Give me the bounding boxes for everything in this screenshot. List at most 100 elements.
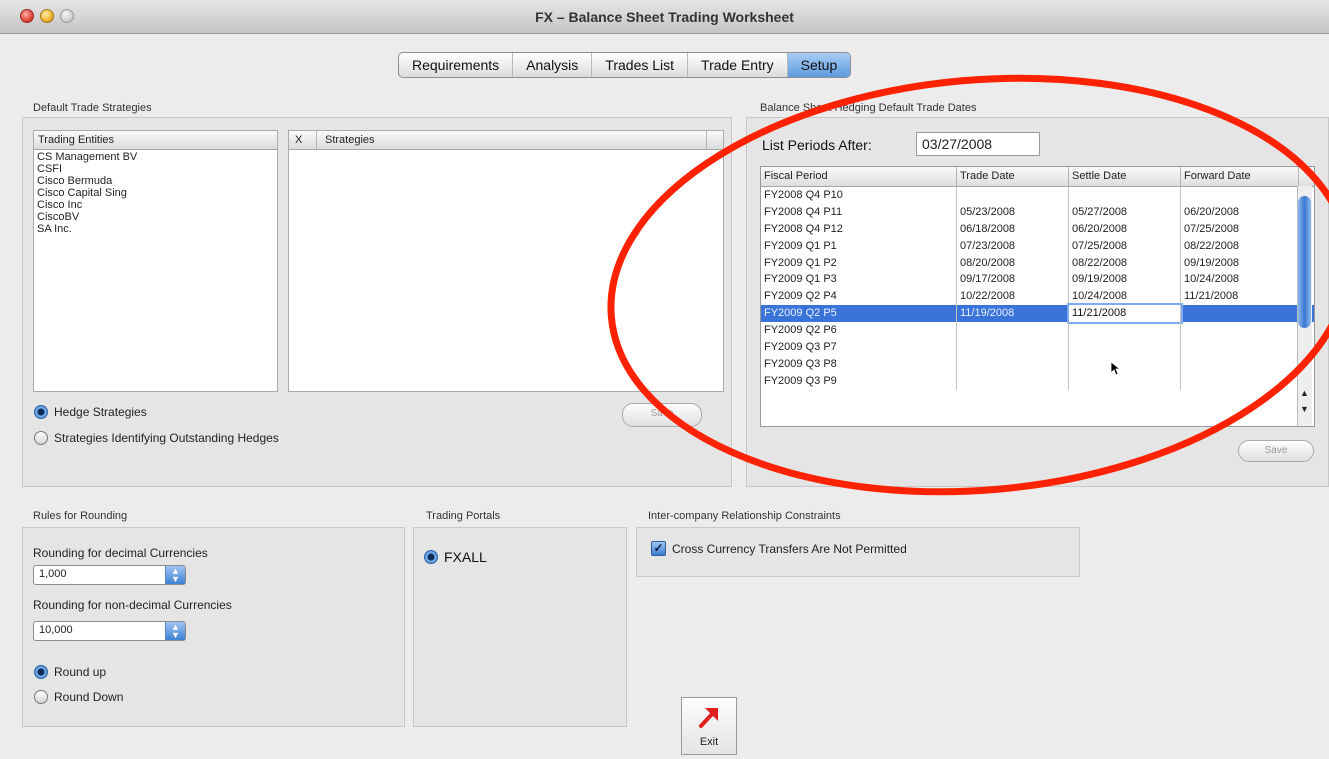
scroll-up-arrow-icon[interactable]: ▲ (1300, 388, 1309, 398)
table-row[interactable]: FY2009 Q3 P9 (761, 372, 1314, 390)
settle-date-cell[interactable]: 05/27/2008 (1069, 203, 1181, 221)
table-row[interactable]: FY2008 Q4 P10 (761, 187, 1314, 204)
trade-date-cell[interactable]: 08/20/2008 (957, 254, 1069, 272)
fiscal-period-cell[interactable]: FY2009 Q3 P9 (761, 372, 957, 390)
list-item[interactable]: CS Management BV (34, 151, 277, 163)
tab-requirements[interactable]: Requirements (399, 53, 514, 77)
settle-date-cell[interactable] (1069, 372, 1181, 390)
trade-date-cell[interactable] (957, 339, 1069, 356)
tab-setup[interactable]: Setup (787, 53, 851, 77)
table-row[interactable]: FY2009 Q1 P3 09/17/2008 09/19/2008 10/24/20… (761, 271, 1314, 289)
trading-entities-list[interactable]: Trading Entities CS Management BV CSFI C… (33, 130, 278, 392)
fiscal-period-header[interactable]: Fiscal Period (761, 167, 957, 186)
dates-save-button[interactable]: Save (1238, 440, 1314, 462)
settle-date-cell[interactable] (1069, 322, 1181, 340)
list-item[interactable]: CSFI (34, 163, 277, 175)
trade-date-cell[interactable]: 07/23/2008 (957, 237, 1069, 255)
table-row[interactable]: FY2008 Q4 P11 05/23/2008 05/27/2008 06/20/2… (761, 203, 1314, 221)
settle-date-cell[interactable] (1069, 339, 1181, 356)
list-periods-after-input[interactable]: 03/27/2008 (916, 132, 1040, 156)
settle-date-cell[interactable]: 09/19/2008 (1069, 271, 1181, 289)
settle-date-cell[interactable]: 06/20/2008 (1069, 220, 1181, 238)
forward-date-cell[interactable]: 11/21/2008 (1181, 288, 1299, 306)
trade-date-cell[interactable] (957, 355, 1069, 373)
forward-date-cell[interactable] (1181, 305, 1299, 323)
forward-date-cell[interactable]: 06/20/2008 (1181, 203, 1299, 221)
trade-date-cell[interactable]: 05/23/2008 (957, 203, 1069, 221)
round-down-radio[interactable] (34, 690, 48, 704)
x-column-header[interactable]: X (289, 131, 317, 149)
list-item[interactable]: Cisco Bermuda (34, 175, 277, 187)
settle-date-cell[interactable] (1069, 355, 1181, 373)
fiscal-period-cell[interactable]: FY2009 Q2 P5 (761, 305, 957, 323)
trade-date-cell[interactable]: 06/18/2008 (957, 220, 1069, 238)
cross-currency-checkbox[interactable]: ✓ (651, 541, 666, 556)
window-title: FX – Balance Sheet Trading Worksheet (535, 9, 794, 25)
fiscal-period-cell[interactable]: FY2008 Q4 P10 (761, 187, 957, 204)
settle-date-edit-field[interactable]: 11/21/2008 (1067, 303, 1183, 325)
table-row[interactable]: FY2009 Q2 P6 (761, 322, 1314, 340)
forward-date-cell[interactable]: 09/19/2008 (1181, 254, 1299, 272)
settle-date-cell[interactable] (1069, 187, 1181, 204)
list-item[interactable]: CiscoBV (34, 211, 277, 223)
table-row[interactable]: FY2009 Q3 P8 (761, 355, 1314, 373)
tab-analysis[interactable]: Analysis (513, 53, 593, 77)
nondecimal-rounding-select[interactable]: 10,000 ▲ ▼ (33, 621, 186, 641)
trade-date-cell[interactable]: 11/19/2008 (957, 305, 1069, 323)
fiscal-period-cell[interactable]: FY2009 Q1 P3 (761, 271, 957, 289)
exit-button[interactable]: Exit (681, 697, 737, 755)
list-item[interactable]: Cisco Inc (34, 199, 277, 211)
trade-date-header[interactable]: Trade Date (957, 167, 1069, 186)
forward-date-cell[interactable]: 08/22/2008 (1181, 237, 1299, 255)
fiscal-period-cell[interactable]: FY2009 Q1 P1 (761, 237, 957, 255)
table-row[interactable]: FY2009 Q2 P4 10/22/2008 10/24/2008 11/21/20… (761, 288, 1314, 306)
fiscal-period-cell[interactable]: FY2008 Q4 P11 (761, 203, 957, 221)
list-item[interactable]: Cisco Capital Sing (34, 187, 277, 199)
fxall-radio[interactable] (424, 550, 438, 564)
hedge-strategies-radio[interactable] (34, 405, 48, 419)
strategies-save-button[interactable]: Save (622, 403, 702, 427)
table-row[interactable]: FY2009 Q1 P2 08/20/2008 08/22/2008 09/19/20… (761, 254, 1314, 272)
fiscal-period-cell[interactable]: FY2008 Q4 P12 (761, 220, 957, 238)
trade-date-cell[interactable] (957, 187, 1069, 204)
table-row[interactable]: FY2009 Q1 P1 07/23/2008 07/25/2008 08/22/20… (761, 237, 1314, 255)
forward-date-header[interactable]: Forward Date (1181, 167, 1299, 186)
tab-trade-entry[interactable]: Trade Entry (688, 53, 788, 77)
settle-date-cell[interactable]: 10/24/2008 (1069, 288, 1181, 306)
fiscal-period-cell[interactable]: FY2009 Q1 P2 (761, 254, 957, 272)
trade-date-cell[interactable] (957, 372, 1069, 390)
forward-date-cell[interactable] (1181, 187, 1299, 204)
fiscal-period-cell[interactable]: FY2009 Q2 P4 (761, 288, 957, 306)
strategies-list[interactable]: X Strategies (288, 130, 724, 392)
forward-date-cell[interactable]: 07/25/2008 (1181, 220, 1299, 238)
trade-date-cell[interactable]: 10/22/2008 (957, 288, 1069, 306)
forward-date-cell[interactable] (1181, 322, 1299, 340)
fiscal-period-cell[interactable]: FY2009 Q3 P7 (761, 339, 957, 356)
settle-date-header[interactable]: Settle Date (1069, 167, 1181, 186)
hedging-dates-label: Balance Sheet Hedging Default Trade Date… (760, 102, 977, 114)
forward-date-cell[interactable] (1181, 372, 1299, 390)
constraints-label: Inter-company Relationship Constraints (648, 510, 841, 522)
round-up-radio[interactable] (34, 665, 48, 679)
trade-date-cell[interactable] (957, 322, 1069, 340)
list-item[interactable]: SA Inc. (34, 223, 277, 235)
table-row[interactable]: FY2008 Q4 P12 06/18/2008 06/20/2008 07/25/2… (761, 220, 1314, 238)
settle-date-cell[interactable]: 08/22/2008 (1069, 254, 1181, 272)
forward-date-cell[interactable] (1181, 339, 1299, 356)
settle-date-cell[interactable]: 07/25/2008 (1069, 237, 1181, 255)
fiscal-period-cell[interactable]: FY2009 Q3 P8 (761, 355, 957, 373)
strategies-column-header[interactable]: Strategies (317, 131, 707, 149)
table-scrollbar-thumb[interactable] (1298, 196, 1311, 328)
tab-trades-list[interactable]: Trades List (592, 53, 689, 77)
trade-date-cell[interactable]: 09/17/2008 (957, 271, 1069, 289)
forward-date-cell[interactable]: 10/24/2008 (1181, 271, 1299, 289)
fiscal-periods-table[interactable]: Fiscal Period Trade Date Settle Date For… (760, 166, 1315, 427)
fiscal-period-cell[interactable]: FY2009 Q2 P6 (761, 322, 957, 340)
scroll-down-arrow-icon[interactable]: ▼ (1300, 404, 1309, 414)
forward-date-cell[interactable] (1181, 355, 1299, 373)
exit-arrow-icon (699, 708, 718, 728)
decimal-rounding-select[interactable]: 1,000 ▲ ▼ (33, 565, 186, 585)
table-row-selected[interactable]: FY2009 Q2 P5 11/19/2008 11/21/2008 (761, 303, 1314, 325)
outstanding-hedges-radio[interactable] (34, 431, 48, 445)
table-row[interactable]: FY2009 Q3 P7 (761, 339, 1314, 356)
